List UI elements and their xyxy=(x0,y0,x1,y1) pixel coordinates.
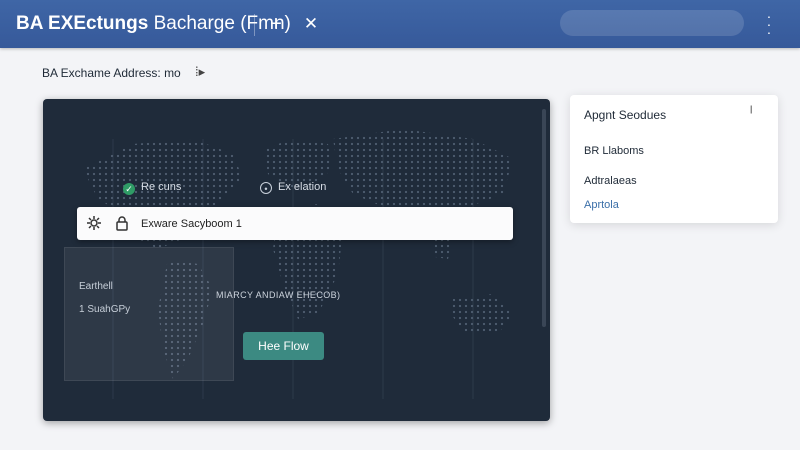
info-card-title: Earthell xyxy=(79,281,113,292)
add-tab-button[interactable]: + xyxy=(264,12,288,36)
legend-label: Re cuns xyxy=(141,181,182,193)
panel-item[interactable]: Adtralaeas xyxy=(584,175,637,187)
close-button[interactable]: ✕ xyxy=(299,12,323,36)
map-search-text: Exware Sacyboom 1 xyxy=(141,218,242,230)
flow-button[interactable]: Hee Flow xyxy=(243,332,324,360)
more-menu-icon[interactable]: · · · xyxy=(762,9,776,39)
map-scrollbar[interactable] xyxy=(542,109,546,327)
panel-add-icon[interactable]: ˡ xyxy=(750,104,752,121)
agent-panel: Apgnt Seodues ˡ BR Llaboms Adtralaeas Ap… xyxy=(570,95,778,223)
title-bar: BA EXEctungs Bacharge (Fmn) + ✕ · · · xyxy=(0,0,800,48)
address-label: BA Exchame Address: mo xyxy=(42,66,181,80)
panel-title: Apgnt Seodues xyxy=(584,108,667,122)
legend-item-received[interactable]: ✓ Re cuns xyxy=(123,181,181,195)
legend-label: Ex elation xyxy=(278,181,327,193)
panel-item[interactable]: BR Llaboms xyxy=(584,145,644,157)
map-search-bar[interactable]: Exware Sacyboom 1 xyxy=(77,207,513,240)
map-panel[interactable]: ✓ Re cuns • Ex elation Earthell 1 SuahGPy … xyxy=(43,99,550,421)
app-title-strong: BA EXEctungs xyxy=(16,13,149,34)
top-search-field[interactable] xyxy=(560,10,744,36)
map-caption: MIARCY ANDIAW EHECOB) xyxy=(216,290,341,300)
panel-link[interactable]: Aprtola xyxy=(584,199,619,211)
gear-icon[interactable] xyxy=(86,215,102,231)
title-divider xyxy=(254,14,255,36)
address-caret-icon[interactable]: ⁞▸ xyxy=(195,64,205,80)
info-card-value: 1 SuahGPy xyxy=(79,304,131,315)
legend-item-execution[interactable]: • Ex elation xyxy=(260,181,326,194)
settings-icon: • xyxy=(260,182,272,194)
app-title: BA EXEctungs Bacharge (Fmn) xyxy=(16,13,291,35)
check-icon: ✓ xyxy=(123,183,135,195)
lock-icon[interactable] xyxy=(115,215,129,231)
